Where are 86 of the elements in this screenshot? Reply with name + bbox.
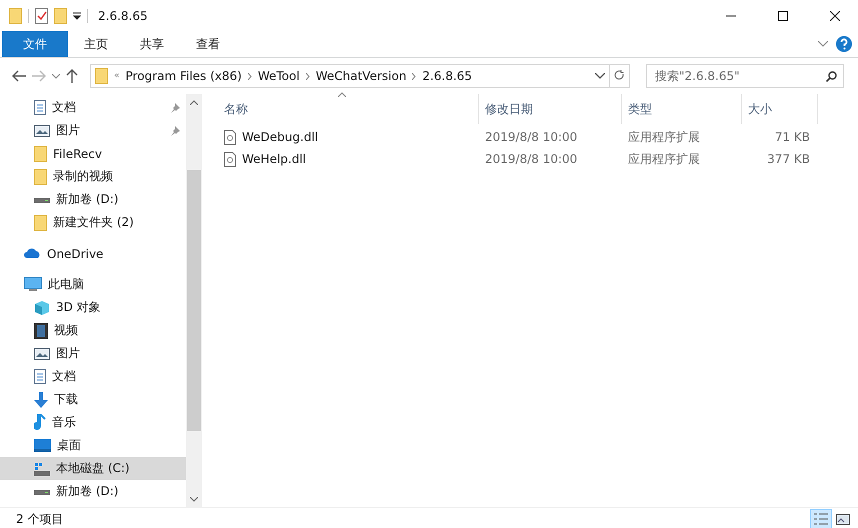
breadcrumb[interactable]: Program Files (x86) — [126, 69, 242, 83]
folder-icon — [34, 214, 47, 230]
picture-icon — [836, 514, 850, 524]
column-header[interactable]: 大小 — [742, 94, 818, 124]
scrollbar[interactable] — [186, 94, 202, 507]
type-cell-text: 应用程序扩展 — [627, 150, 701, 168]
dropdown-chevron-icon[interactable] — [595, 73, 605, 79]
date-cell-text: 2019/8/8 10:00 — [484, 130, 578, 144]
sidebar-item[interactable]: 新加卷 (D:) — [0, 188, 186, 211]
help-icon[interactable] — [836, 36, 852, 52]
drive-icon — [34, 488, 50, 496]
file-name[interactable]: WeDebug.dll — [242, 130, 318, 144]
picture-icon — [34, 124, 50, 136]
ribbon-tab[interactable]: 文件 — [2, 31, 68, 57]
document-icon — [34, 100, 46, 115]
file-icon — [224, 130, 236, 144]
recent-dropdown-icon[interactable] — [52, 74, 60, 78]
drive-icon — [34, 462, 50, 476]
sidebar-item[interactable]: 新建文件夹 (2) — [0, 211, 186, 234]
sidebar-item[interactable]: 3D 对象 — [0, 296, 186, 319]
document-icon — [34, 369, 46, 384]
scroll-down-icon[interactable] — [190, 496, 198, 502]
file-name[interactable]: WeHelp.dll — [242, 152, 306, 166]
cloud-icon — [24, 248, 41, 259]
scroll-up-icon[interactable] — [190, 100, 198, 104]
sidebar-item[interactable]: 录制的视频 — [0, 165, 186, 188]
size-cell-text: 377 KB — [766, 152, 811, 166]
sidebar-item[interactable]: 桌面 — [0, 434, 186, 457]
dropdown-arrow-icon[interactable] — [73, 12, 81, 20]
ribbon-tab[interactable]: 查看 — [180, 31, 236, 57]
type-cell-text: 应用程序扩展 — [627, 128, 701, 146]
breadcrumb[interactable]: WeTool — [258, 69, 300, 83]
sidebar-item[interactable]: 下载 — [0, 388, 186, 411]
refresh-button[interactable] — [610, 64, 630, 88]
folder-icon — [9, 8, 22, 24]
back-arrow-icon[interactable] — [12, 70, 26, 82]
address-bar[interactable]: « Program Files (x86) WeTool WeChatVersion 2.6.8.65 — [90, 64, 610, 88]
column-header[interactable]: 类型 — [622, 94, 742, 124]
overflow-chevron[interactable]: « — [114, 71, 120, 81]
maximize-icon — [778, 10, 788, 20]
sidebar-item[interactable]: 音乐 — [0, 411, 186, 434]
sidebar-item[interactable]: 新加卷 (D:) — [0, 480, 186, 503]
list-icon — [814, 512, 828, 526]
sidebar-item[interactable]: 视频 — [0, 319, 186, 342]
file-icon — [224, 152, 236, 166]
cube-icon — [34, 300, 50, 316]
sidebar-item[interactable]: 文档 — [0, 365, 186, 388]
date-cell-text: 2019/8/8 10:00 — [484, 152, 578, 166]
column-header[interactable]: 名称 — [218, 94, 479, 124]
new-folder-icon — [54, 8, 67, 24]
folder-icon — [95, 68, 108, 84]
sidebar-item[interactable]: 本地磁盘 (C:) — [0, 457, 186, 480]
details-view-button[interactable] — [810, 509, 832, 528]
ribbon-tab[interactable]: 主页 — [68, 31, 124, 57]
folder-icon — [34, 146, 47, 162]
breadcrumb[interactable]: WeChatVersion — [316, 69, 406, 83]
picture-icon — [34, 348, 50, 360]
close-icon — [830, 10, 840, 20]
search-icon — [826, 70, 837, 82]
properties-check-icon[interactable] — [35, 8, 48, 24]
sidebar-item[interactable]: 图片 — [0, 342, 186, 365]
search-field[interactable]: 搜索"2.6.8.65" — [646, 64, 844, 88]
film-icon — [34, 322, 48, 338]
sidebar-item[interactable]: 图片 — [0, 119, 186, 142]
refresh-icon — [614, 70, 625, 82]
folder-icon — [34, 168, 47, 184]
size-cell-text: 71 KB — [774, 130, 811, 144]
breadcrumb[interactable]: 2.6.8.65 — [422, 69, 472, 83]
window-title: 2.6.8.65 — [98, 8, 148, 22]
music-note-icon — [34, 414, 46, 431]
expand-ribbon-icon[interactable] — [818, 41, 828, 47]
chevron-right-icon — [306, 72, 310, 80]
column-header[interactable]: 修改日期 — [479, 94, 622, 124]
sidebar-item[interactable]: 此电脑 — [0, 273, 186, 296]
item-count: 2 个项目 — [16, 510, 64, 528]
computer-icon — [24, 277, 42, 292]
desktop-icon — [34, 439, 51, 452]
up-arrow-icon[interactable] — [66, 69, 78, 83]
drive-icon — [34, 196, 50, 204]
sidebar-item[interactable]: 文档 — [0, 96, 186, 119]
download-arrow-icon — [34, 392, 48, 408]
chevron-right-icon — [412, 72, 416, 80]
chevron-right-icon — [248, 72, 252, 80]
ribbon-tab[interactable]: 共享 — [124, 31, 180, 57]
sidebar-item[interactable]: OneDrive — [0, 242, 186, 265]
sidebar-item[interactable]: FileRecv — [0, 142, 186, 165]
